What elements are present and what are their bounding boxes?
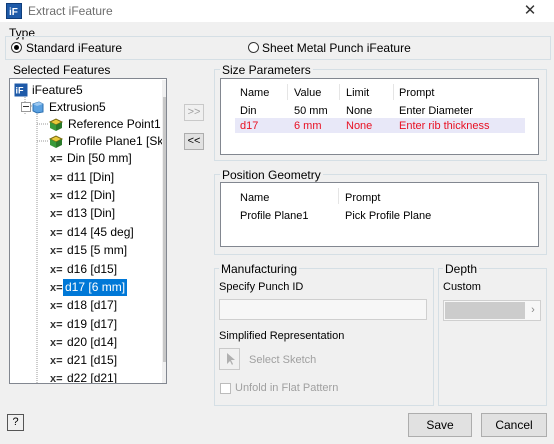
size-param-value[interactable]: 6 mm	[294, 120, 322, 132]
geometry-name[interactable]: Profile Plane1	[240, 210, 309, 222]
selected-features-tree[interactable]: iF iFeature5 Extrusion5 Reference Point1…	[9, 78, 167, 384]
tree-item-label: Profile Plane1 [Sketc	[68, 134, 166, 148]
size-param-limit[interactable]: None	[346, 120, 372, 132]
tree-item-label: d16 [d15]	[67, 262, 118, 276]
svg-text:iF: iF	[9, 7, 18, 18]
column-header[interactable]: Name	[240, 192, 269, 204]
column-header[interactable]: Value	[294, 87, 321, 99]
standard-ifeature-radio[interactable]	[11, 42, 22, 53]
size-parameters-label: Size Parameters	[220, 63, 313, 77]
sheet-metal-punch-radio[interactable]	[248, 42, 259, 53]
size-param-prompt[interactable]: Enter rib thickness	[399, 120, 489, 132]
scroll-up-icon[interactable]: ▲	[163, 81, 166, 93]
select-sketch-button[interactable]	[219, 348, 240, 370]
tree-item-label: d15 [5 mm]	[67, 243, 128, 257]
tree-item-label: iFeature5	[32, 83, 83, 97]
tree-item-label: d13 [Din]	[67, 206, 116, 220]
window-title: Extract iFeature	[28, 4, 113, 18]
tree-item-label: d20 [d14]	[67, 335, 118, 349]
add-parameter-button[interactable]: >>	[184, 104, 204, 121]
parameter-icon: x=	[50, 153, 63, 165]
column-header[interactable]: Name	[240, 87, 269, 99]
parameter-icon: x=	[50, 227, 63, 239]
parameter-icon: x=	[50, 355, 63, 367]
tree-item-label: Extrusion5	[49, 100, 106, 114]
column-header[interactable]: Prompt	[399, 87, 434, 99]
geometry-icon	[48, 135, 64, 148]
parameter-icon: x=	[50, 190, 63, 202]
tree-item-label: d11 [Din]	[67, 170, 115, 184]
tree-item-label: d14 [45 deg]	[67, 225, 134, 239]
parameter-icon: x=	[50, 208, 63, 220]
svg-text:iF: iF	[16, 86, 25, 96]
punch-id-label: Specify Punch ID	[219, 281, 304, 293]
parameter-icon: x=	[50, 245, 63, 257]
depth-value-field	[445, 302, 525, 319]
parameter-icon: x=	[50, 282, 63, 294]
standard-ifeature-label[interactable]: Standard iFeature	[26, 41, 122, 55]
size-param-name[interactable]: d17	[240, 120, 258, 132]
remove-parameter-button[interactable]: <<	[184, 133, 204, 150]
select-sketch-label: Select Sketch	[249, 354, 317, 366]
help-button[interactable]: ?	[7, 414, 24, 431]
unfold-checkbox[interactable]	[220, 383, 231, 394]
parameter-icon: x=	[50, 172, 63, 184]
punch-id-input[interactable]	[219, 299, 427, 320]
collapse-toggle-icon[interactable]	[21, 102, 31, 112]
manufacturing-label: Manufacturing	[219, 262, 300, 276]
geometry-icon	[48, 118, 64, 131]
depth-value-input[interactable]: ›	[443, 300, 541, 321]
ifeature-app-icon: iF	[6, 3, 22, 19]
save-button[interactable]: Save	[408, 413, 472, 437]
size-param-name[interactable]: Din	[240, 105, 257, 117]
tree-item-label: d12 [Din]	[67, 188, 116, 202]
depth-mode-label: Custom	[443, 281, 481, 293]
size-param-prompt[interactable]: Enter Diameter	[399, 105, 473, 117]
geometry-prompt[interactable]: Pick Profile Plane	[345, 210, 431, 222]
cancel-button[interactable]: Cancel	[481, 413, 547, 437]
parameter-icon: x=	[50, 319, 63, 331]
tree-item-label: d18 [d17]	[67, 298, 118, 312]
parameter-icon: x=	[50, 300, 63, 312]
tree-item-label: Reference Point1 [R	[68, 117, 167, 131]
ifeature-icon: iF	[14, 83, 28, 97]
tree-item-label: d19 [d17]	[67, 317, 118, 331]
column-divider	[393, 84, 394, 100]
unfold-label: Unfold in Flat Pattern	[235, 382, 339, 394]
column-header[interactable]: Limit	[346, 87, 369, 99]
simplified-representation-label: Simplified Representation	[219, 330, 345, 342]
position-geometry-label: Position Geometry	[220, 168, 323, 182]
close-icon[interactable]: ✕	[514, 1, 546, 21]
column-divider	[338, 188, 339, 204]
parameter-icon: x=	[50, 337, 63, 349]
selected-features-label: Selected Features	[13, 63, 111, 77]
chevron-right-icon[interactable]: ›	[527, 302, 539, 319]
sheet-metal-punch-label[interactable]: Sheet Metal Punch iFeature	[262, 41, 411, 55]
parameter-icon: x=	[50, 373, 63, 384]
tree-item-label: Din [50 mm]	[67, 151, 132, 165]
depth-label: Depth	[443, 262, 480, 276]
size-param-limit[interactable]: None	[346, 105, 372, 117]
extrusion-icon	[32, 101, 44, 114]
tree-item-label: d21 [d15]	[67, 353, 118, 367]
position-geometry-table[interactable]: Name Prompt Profile Plane1 Pick Profile …	[220, 182, 539, 247]
parameter-icon: x=	[50, 264, 63, 276]
cursor-arrow-icon	[227, 353, 235, 365]
tree-item-label-selected: d17 [6 mm]	[63, 279, 128, 296]
size-parameters-table[interactable]: Name Value Limit Prompt Din 50 mm None E…	[220, 78, 539, 155]
column-header[interactable]: Prompt	[345, 192, 380, 204]
size-param-value[interactable]: 50 mm	[294, 105, 328, 117]
tree-item-label: d22 [d21]	[67, 371, 118, 384]
column-divider	[287, 84, 288, 100]
column-divider	[339, 84, 340, 100]
scrollbar-thumb[interactable]	[163, 97, 166, 362]
